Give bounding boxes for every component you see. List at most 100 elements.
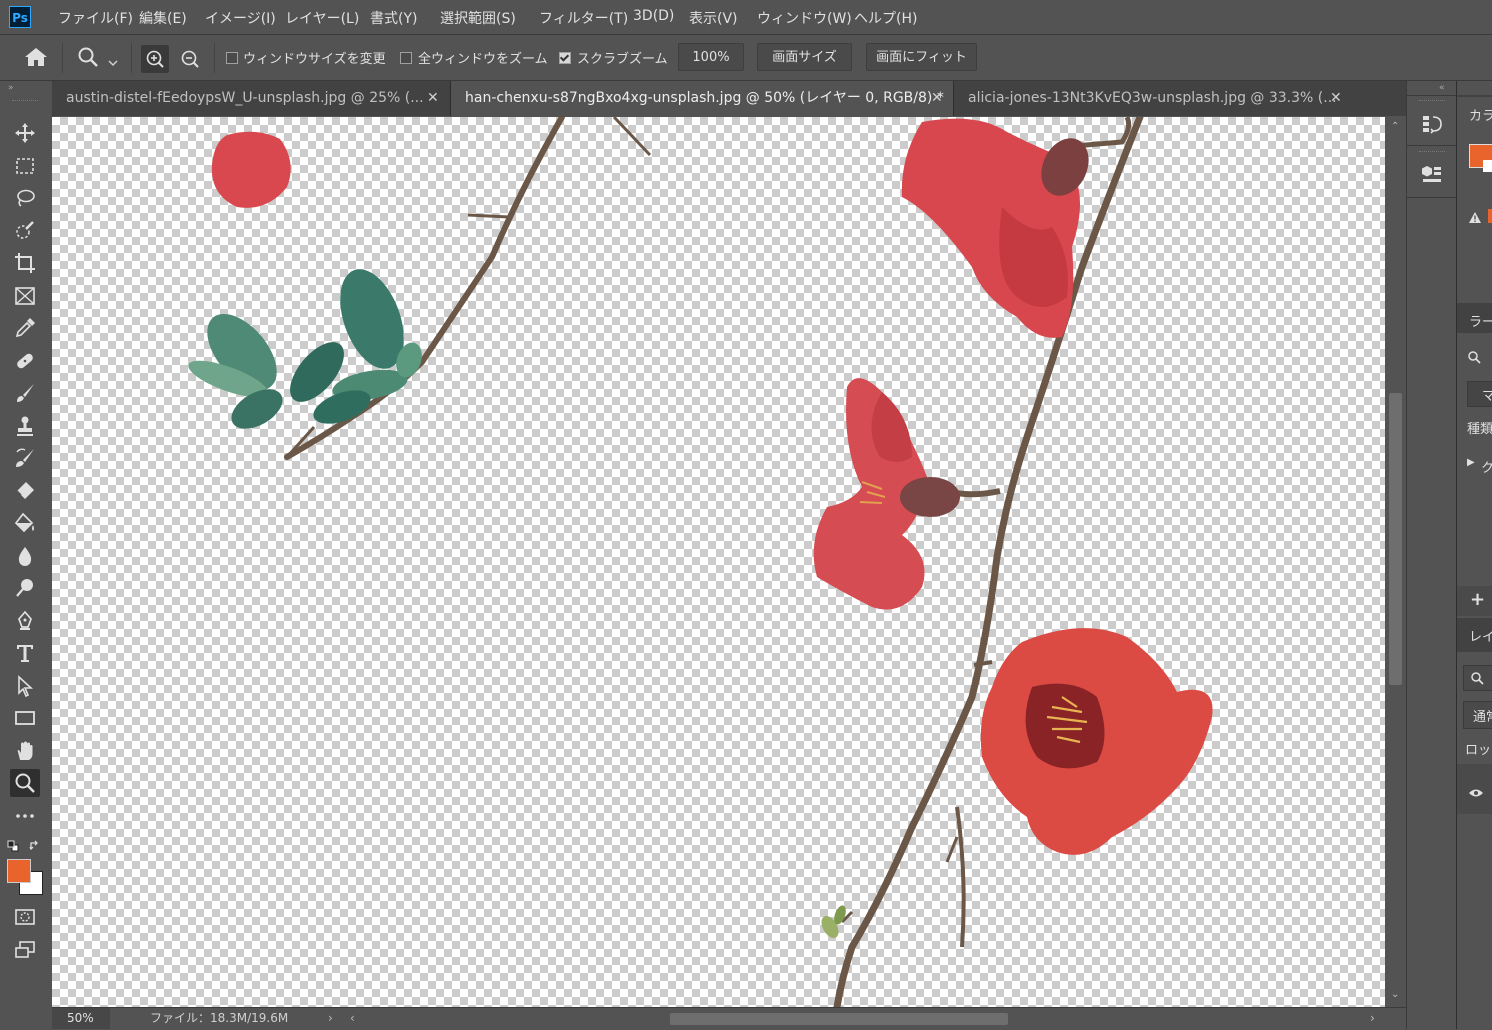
pen-tool[interactable]	[10, 607, 40, 635]
flower-petals	[1025, 683, 1105, 769]
stamp-tool[interactable]	[10, 412, 40, 440]
chevron-right-icon[interactable]: ›	[328, 1011, 333, 1025]
blur-tool[interactable]	[10, 542, 40, 570]
close-icon[interactable]: ✕	[1330, 81, 1342, 116]
collapse-arrows-icon[interactable]: »	[8, 83, 14, 93]
chevron-down-icon[interactable]	[108, 52, 118, 71]
type-tool[interactable]	[10, 639, 40, 667]
add-icon[interactable]: +	[1470, 589, 1485, 610]
zoom-tool-preset-icon[interactable]	[77, 46, 99, 72]
grip-icon[interactable]	[1419, 151, 1445, 152]
menu-image[interactable]: イメージ(I)	[205, 8, 276, 28]
scrubby-zoom-checkbox[interactable]	[559, 52, 571, 64]
document-canvas[interactable]	[52, 117, 1385, 1007]
menu-view[interactable]: 表示(V)	[689, 8, 738, 28]
menu-bar: Ps ファイル(F) 編集(E) イメージ(I) レイヤー(L) 書式(Y) 選…	[0, 0, 1492, 35]
menu-layer[interactable]: レイヤー(L)	[285, 8, 359, 28]
history-panel-icon[interactable]	[1421, 113, 1443, 139]
paint-bucket-tool[interactable]	[10, 509, 40, 537]
crop-tool[interactable]	[10, 249, 40, 277]
panel-background-swatch[interactable]	[1483, 160, 1492, 172]
zoom-percent-button[interactable]: 100%	[678, 43, 744, 71]
quick-select-tool[interactable]	[10, 217, 40, 245]
path-select-tool[interactable]	[10, 672, 40, 700]
foreground-color-swatch[interactable]	[7, 859, 31, 883]
tab-austin-distel[interactable]: austin-distel-fEedoypsW_U-unsplash.jpg @…	[52, 81, 450, 116]
menu-filter[interactable]: フィルター(T)	[539, 8, 628, 28]
quick-mask-icon	[15, 909, 35, 925]
zoom-all-windows-checkbox[interactable]	[400, 52, 412, 64]
resize-windows-checkbox[interactable]	[226, 52, 238, 64]
healing-tool[interactable]	[10, 347, 40, 375]
out-of-gamut-swatch[interactable]	[1488, 209, 1492, 223]
dodge-tool[interactable]	[10, 574, 40, 602]
zoom-out-icon[interactable]	[180, 49, 200, 73]
zoom-level-field[interactable]: 50%	[52, 1008, 110, 1029]
history-brush-tool[interactable]	[10, 444, 40, 472]
hand-tool[interactable]	[10, 737, 40, 765]
rectangle-tool[interactable]	[10, 704, 40, 732]
eye-icon[interactable]	[1468, 783, 1484, 802]
menu-type[interactable]: 書式(Y)	[370, 8, 417, 28]
move-tool[interactable]	[10, 119, 40, 147]
home-icon[interactable]	[24, 47, 48, 71]
brush-tool[interactable]	[10, 379, 40, 407]
quick-mask-button[interactable]	[10, 903, 40, 931]
separator	[1407, 95, 1457, 96]
lock-label: ロック	[1465, 743, 1492, 758]
zoom-tool[interactable]	[10, 769, 40, 797]
menu-edit[interactable]: 編集(E)	[139, 8, 187, 28]
expand-arrow-icon[interactable]: ▶	[1467, 457, 1475, 468]
artwork	[188, 117, 1213, 1007]
expand-arrows-icon[interactable]: «	[1439, 83, 1445, 93]
scrollbar-thumb[interactable]	[670, 1013, 1008, 1025]
menu-file[interactable]: ファイル(F)	[58, 8, 133, 28]
fit-screen-button[interactable]: 画面サイズ	[757, 43, 852, 71]
search-icon	[1471, 672, 1484, 685]
scroll-right-icon[interactable]: ›	[1370, 1011, 1375, 1025]
fill-screen-button[interactable]: 画面にフィット	[866, 43, 977, 71]
layers-panel-tab[interactable]: レイ	[1469, 626, 1492, 645]
tab-alicia-jones[interactable]: alicia-jones-13Nt3KvEQ3w-unsplash.jpg @ …	[954, 81, 1347, 116]
eraser-tool[interactable]	[10, 477, 40, 505]
more-tools-button[interactable]	[10, 802, 40, 830]
scroll-down-icon[interactable]: ⌄	[1391, 989, 1399, 1000]
zoom-in-icon[interactable]	[141, 45, 169, 73]
menu-select[interactable]: 選択範囲(S)	[440, 8, 516, 28]
more-icon	[16, 814, 34, 818]
blend-mode-dropdown[interactable]: 通常	[1463, 701, 1492, 729]
menu-help[interactable]: ヘルプ(H)	[854, 8, 917, 28]
file-info[interactable]: ファイル：18.3M/19.6M	[150, 1008, 288, 1029]
layer-filter-field[interactable]	[1463, 665, 1492, 691]
vertical-scrollbar[interactable]: ⌃ ⌄	[1385, 117, 1406, 1007]
marquee-tool[interactable]	[10, 152, 40, 180]
brush-icon	[17, 384, 34, 402]
default-colors-icon[interactable]	[7, 837, 19, 856]
scroll-up-icon[interactable]: ⌃	[1391, 121, 1399, 132]
stamp-icon	[17, 416, 33, 436]
libraries-panel-tab[interactable]: ラー	[1469, 311, 1492, 330]
tab-han-chenxu[interactable]: han-chenxu-s87ngBxo4xg-unsplash.jpg @ 50…	[451, 81, 953, 116]
library-dropdown[interactable]: マ	[1467, 381, 1492, 407]
type-icon	[17, 645, 33, 662]
grip-icon[interactable]	[12, 100, 38, 103]
panel-dock: カラ ラー マ 種類 ▶ ク + レイ 通常 ロック	[1456, 81, 1492, 1029]
close-icon[interactable]: ✕	[427, 81, 439, 116]
photoshop-logo: Ps	[9, 6, 31, 28]
grip-icon[interactable]	[1419, 100, 1445, 101]
menu-window[interactable]: ウィンドウ(W)	[757, 8, 852, 28]
color-panel-tab[interactable]: カラ	[1469, 105, 1492, 124]
eyedropper-tool[interactable]	[10, 314, 40, 342]
tab-label: han-chenxu-s87ngBxo4xg-unsplash.jpg @ 50…	[465, 90, 944, 106]
horizontal-scrollbar[interactable]: ‹ ›	[350, 1008, 1384, 1029]
scroll-left-icon[interactable]: ‹	[350, 1011, 355, 1025]
3d-panel-icon[interactable]	[1421, 163, 1443, 189]
search-icon[interactable]	[1467, 349, 1481, 368]
close-icon[interactable]: ✕	[931, 81, 943, 116]
screen-mode-button[interactable]	[10, 936, 40, 964]
scrollbar-thumb[interactable]	[1389, 393, 1402, 685]
swap-colors-icon[interactable]	[29, 837, 41, 856]
menu-3d[interactable]: 3D(D)	[633, 8, 674, 24]
lasso-tool[interactable]	[10, 184, 40, 212]
frame-tool[interactable]	[10, 282, 40, 310]
